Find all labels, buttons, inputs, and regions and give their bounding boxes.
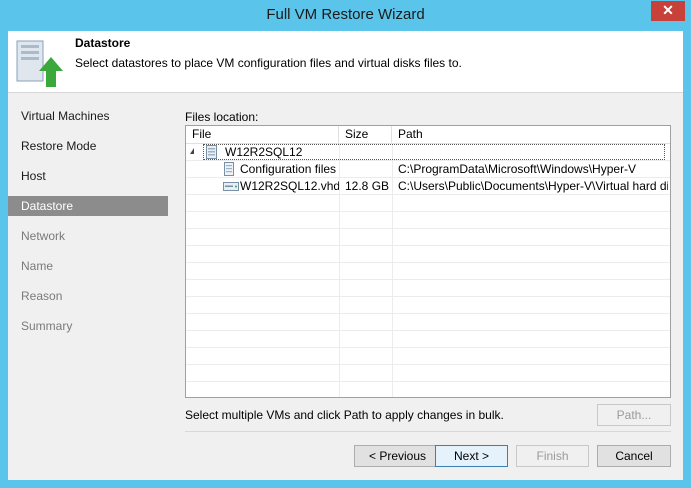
collapse-triangle-icon[interactable] bbox=[190, 148, 194, 154]
nav-step-name: Name bbox=[21, 259, 54, 273]
table-row[interactable]: Configuration files C:\ProgramData\Micro… bbox=[186, 161, 670, 178]
column-header-size[interactable]: Size bbox=[339, 126, 392, 144]
path-button[interactable]: Path... bbox=[597, 404, 671, 426]
row-file: W12R2SQL12.vhdx bbox=[240, 179, 339, 193]
vm-group-row[interactable]: W12R2SQL12 bbox=[186, 144, 670, 161]
empty-row bbox=[186, 280, 670, 297]
row-size bbox=[345, 161, 391, 178]
files-location-label: Files location: bbox=[185, 110, 259, 124]
wizard-steps-nav: Virtual Machines Restore Mode Host Datas… bbox=[8, 94, 173, 439]
column-header-path[interactable]: Path bbox=[392, 126, 670, 144]
cancel-button[interactable]: Cancel bbox=[597, 445, 671, 467]
nav-step-summary: Summary bbox=[21, 319, 73, 333]
empty-row bbox=[186, 348, 670, 365]
wizard-client: Datastore Select datastores to place VM … bbox=[8, 31, 683, 480]
empty-row bbox=[186, 212, 670, 229]
empty-row bbox=[186, 382, 670, 397]
close-button[interactable]: ✕ bbox=[651, 1, 685, 21]
empty-row bbox=[186, 297, 670, 314]
step-subtitle: Select datastores to place VM configurat… bbox=[75, 56, 462, 70]
files-grid[interactable]: File Size Path W12R2SQL12 Configuration … bbox=[185, 125, 671, 398]
previous-button[interactable]: < Previous bbox=[354, 445, 441, 467]
empty-row bbox=[186, 229, 670, 246]
nav-step-host[interactable]: Host bbox=[8, 166, 168, 186]
empty-row bbox=[186, 195, 670, 212]
document-icon bbox=[224, 162, 234, 176]
empty-row bbox=[186, 314, 670, 331]
row-path: C:\ProgramData\Microsoft\Windows\Hyper-V bbox=[398, 162, 637, 176]
nav-step-virtual-machines[interactable]: Virtual Machines bbox=[8, 106, 168, 126]
grid-header: File Size Path bbox=[186, 126, 670, 144]
row-size: 12.8 GB bbox=[345, 179, 390, 193]
table-row[interactable]: W12R2SQL12.vhdx 12.8 GB C:\Users\Public\… bbox=[186, 178, 670, 195]
vm-name: W12R2SQL12 bbox=[225, 145, 303, 159]
nav-step-restore-mode[interactable]: Restore Mode bbox=[8, 136, 168, 156]
row-file: Configuration files bbox=[240, 162, 337, 176]
wizard-window: Full VM Restore Wizard ✕ Datastore Selec… bbox=[0, 0, 691, 488]
row-path: C:\Users\Public\Documents\Hyper-V\Virtua… bbox=[398, 179, 668, 193]
title-bar[interactable]: Full VM Restore Wizard ✕ bbox=[0, 0, 691, 31]
window-title: Full VM Restore Wizard bbox=[266, 6, 425, 23]
disk-icon bbox=[223, 182, 239, 191]
column-header-file[interactable]: File bbox=[186, 126, 339, 144]
footer-divider bbox=[185, 431, 671, 432]
step-header: Datastore Select datastores to place VM … bbox=[8, 31, 683, 93]
empty-row bbox=[186, 246, 670, 263]
empty-row bbox=[186, 365, 670, 382]
datastore-restore-icon bbox=[16, 40, 63, 87]
vm-icon bbox=[206, 145, 217, 159]
bulk-hint-text: Select multiple VMs and click Path to ap… bbox=[185, 408, 504, 422]
nav-step-datastore[interactable]: Datastore bbox=[8, 196, 168, 216]
nav-step-reason: Reason bbox=[21, 289, 63, 303]
next-button[interactable]: Next > bbox=[435, 445, 508, 467]
nav-step-network: Network bbox=[21, 229, 66, 243]
step-title: Datastore bbox=[75, 36, 131, 50]
finish-button[interactable]: Finish bbox=[516, 445, 589, 467]
empty-row bbox=[186, 263, 670, 280]
empty-row bbox=[186, 331, 670, 348]
